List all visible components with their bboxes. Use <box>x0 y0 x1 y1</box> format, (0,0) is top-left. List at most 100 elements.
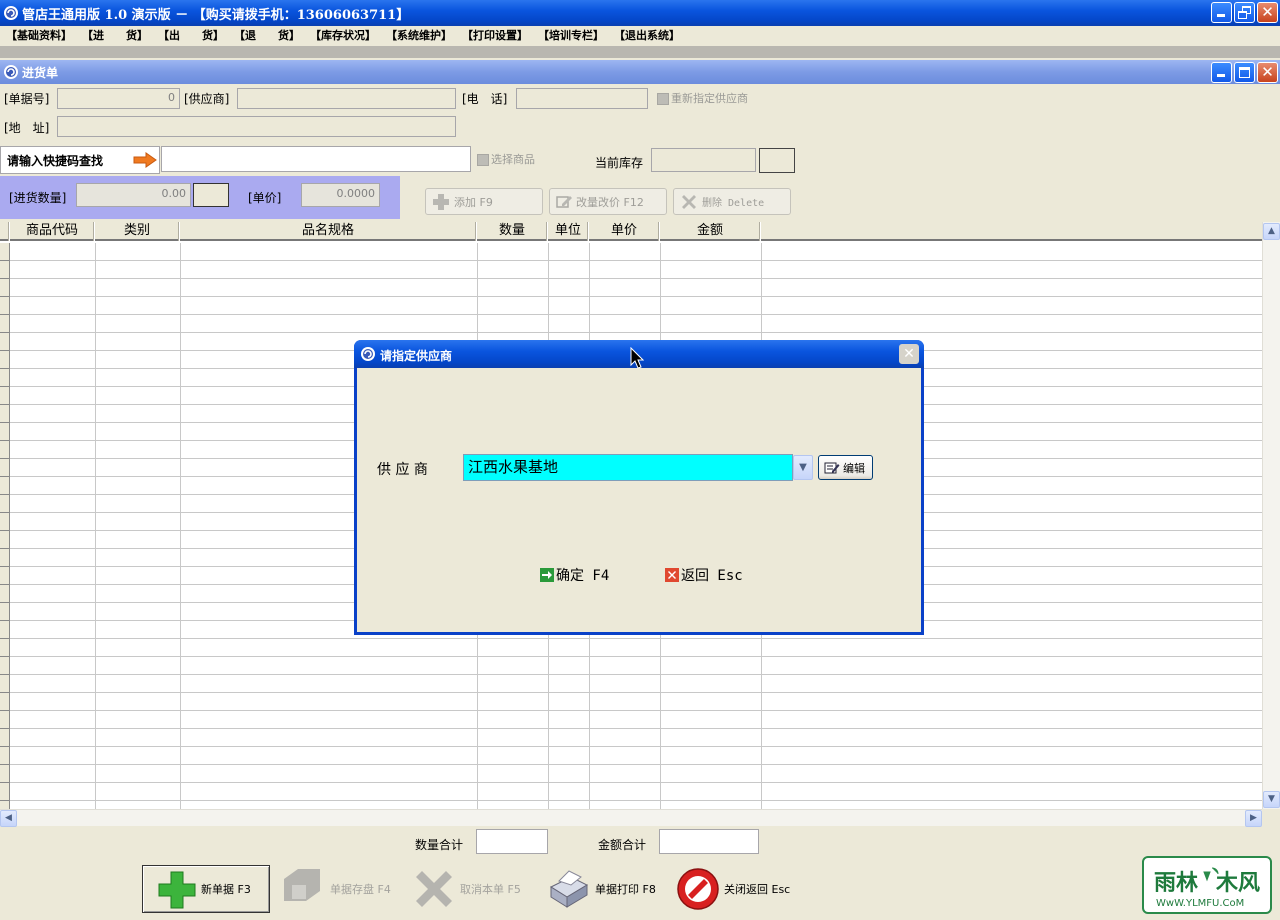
col-quantity[interactable]: 数量 <box>477 222 548 241</box>
svg-text:WwW.YLMFU.CoM: WwW.YLMFU.CoM <box>1156 898 1244 909</box>
ok-arrow-icon <box>540 568 554 582</box>
col-category[interactable]: 类别 <box>95 222 180 241</box>
cancel-document-label: 取消本单 F5 <box>460 883 521 896</box>
menu-item-2[interactable]: 【出 货】 <box>156 26 232 46</box>
grid-vertical-scrollbar[interactable]: ▲ ▼ <box>1262 222 1280 809</box>
modify-button[interactable]: 改量改价 F12 <box>549 188 667 215</box>
grid-row-headers <box>0 243 10 809</box>
col-name-spec[interactable]: 品名规格 <box>180 222 477 241</box>
app-title-bar: 管店王通用版 1.0 演示版 － 【购买请拨手机：13606063711】 ✕ <box>0 0 1280 26</box>
address-field[interactable] <box>57 116 456 137</box>
app-logo-icon <box>4 6 18 20</box>
menu-item-1[interactable]: 【进 货】 <box>80 26 156 46</box>
menu-item-8[interactable]: 【退出系统】 <box>612 26 688 46</box>
price-field[interactable]: 0.0000 <box>301 183 380 207</box>
select-goods-checkbox[interactable] <box>477 154 489 166</box>
current-stock-field <box>651 148 756 172</box>
scroll-up-button[interactable]: ▲ <box>1263 223 1280 240</box>
phone-field[interactable] <box>516 88 648 109</box>
scroll-left-button[interactable]: ◀ <box>0 810 17 827</box>
menu-bar: 【基础资料】 【进 货】 【出 货】 【退 货】 【库存状况】 【系统维护】 【打印设置】【… <box>0 26 1280 46</box>
svg-text:雨林: 雨林 <box>1154 871 1198 896</box>
chevron-down-icon[interactable]: ▼ <box>793 455 813 480</box>
select-supplier-dialog: 请指定供应商 ✕ 供 应 商 江西水果基地 ▼ 编辑 确定 F4 返回 Esc <box>354 340 924 635</box>
quick-search-input[interactable] <box>161 146 471 172</box>
save-document-button[interactable]: 单据存盘 F4 <box>280 866 391 912</box>
grid-horizontal-scrollbar[interactable]: ◀ ▶ <box>0 809 1262 827</box>
add-button-label: 添加 F9 <box>454 195 493 209</box>
cancel-document-button[interactable]: 取消本单 F5 <box>412 866 521 912</box>
qty-total-label: 数量合计 <box>415 838 464 852</box>
amount-total-field <box>659 829 759 854</box>
close-return-button[interactable]: 关闭返回 Esc <box>676 866 790 912</box>
cancel-x-icon <box>416 871 452 907</box>
delete-button-label: 删除 Delete <box>702 198 765 209</box>
new-document-label: 新单据 F3 <box>201 883 251 896</box>
svg-text:木风: 木风 <box>1215 871 1260 896</box>
child-maximize-button[interactable] <box>1234 62 1255 83</box>
menu-item-0[interactable]: 【基础资料】 <box>4 26 80 46</box>
print-document-button[interactable]: 单据打印 F8 <box>545 866 656 912</box>
reassign-supplier-checkbox[interactable] <box>657 93 669 105</box>
doc-no-field[interactable]: 0 <box>57 88 180 109</box>
no-entry-icon <box>677 868 719 910</box>
modify-button-label: 改量改价 F12 <box>576 195 644 209</box>
dialog-ok-button[interactable]: 确定 F4 <box>540 565 609 585</box>
close-return-label: 关闭返回 Esc <box>724 883 791 896</box>
new-document-button[interactable]: 新单据 F3 <box>142 865 270 913</box>
dialog-back-button[interactable]: 返回 Esc <box>665 565 743 585</box>
grid-corner <box>0 222 10 241</box>
current-stock-label: 当前库存 <box>595 156 644 170</box>
supplier-combobox[interactable]: 江西水果基地 <box>463 454 793 481</box>
app-title: 管店王通用版 1.0 演示版 － 【购买请拨手机：13606063711】 <box>22 8 410 23</box>
menu-item-6[interactable]: 【打印设置】 <box>460 26 536 46</box>
edit-supplier-button[interactable]: 编辑 <box>818 455 873 480</box>
menu-item-3[interactable]: 【退 货】 <box>232 26 308 46</box>
qty-unit-box <box>193 183 229 207</box>
menu-item-5[interactable]: 【系统维护】 <box>384 26 460 46</box>
quick-search-label: 请输入快捷码查找 <box>7 154 104 168</box>
arrow-right-icon <box>133 152 157 168</box>
phone-label: [电 话] <box>462 92 508 106</box>
dialog-back-label: 返回 Esc <box>681 568 743 584</box>
print-document-label: 单据打印 F8 <box>595 883 656 896</box>
ylmf-watermark-logo: 雨林 木风 WwW.YLMFU.CoM <box>1142 856 1272 914</box>
dialog-close-button[interactable]: ✕ <box>899 344 919 364</box>
reassign-supplier-label: 重新指定供应商 <box>671 92 748 105</box>
qty-field[interactable]: 0.00 <box>76 183 191 207</box>
qty-total-field <box>476 829 548 854</box>
quick-search-label-box: 请输入快捷码查找 <box>0 146 160 174</box>
green-plus-icon <box>158 871 196 909</box>
dialog-title: 请指定供应商 <box>380 349 453 363</box>
supplier-field[interactable] <box>237 88 456 109</box>
save-document-label: 单据存盘 F4 <box>330 883 391 896</box>
printer-icon <box>549 870 589 908</box>
add-button[interactable]: 添加 F9 <box>425 188 543 215</box>
select-goods-label: 选择商品 <box>491 153 535 166</box>
save-disk-icon <box>284 869 320 901</box>
col-amount[interactable]: 金额 <box>660 222 761 241</box>
menu-separator <box>0 46 1280 58</box>
col-unit[interactable]: 单位 <box>548 222 589 241</box>
quantity-panel: [进货数量] 0.00 [单价] 0.0000 <box>0 176 400 219</box>
edit-supplier-label: 编辑 <box>843 461 865 475</box>
delete-button[interactable]: 删除 Delete <box>673 188 791 215</box>
col-unit-price[interactable]: 单价 <box>589 222 660 241</box>
menu-item-7[interactable]: 【培训专栏】 <box>536 26 612 46</box>
restore-button[interactable] <box>1234 2 1255 23</box>
supplier-label: [供应商] <box>184 92 230 106</box>
scroll-right-button[interactable]: ▶ <box>1245 810 1262 827</box>
child-close-button[interactable]: ✕ <box>1257 62 1278 83</box>
dialog-ok-label: 确定 F4 <box>556 568 610 584</box>
window-logo-icon <box>4 65 18 79</box>
window-title: 进货单 <box>22 66 59 80</box>
close-button[interactable]: ✕ <box>1257 2 1278 23</box>
grid-header: 商品代码 类别 品名规格 数量 单位 单价 金额 <box>0 222 1262 241</box>
child-minimize-button[interactable] <box>1211 62 1232 83</box>
dialog-supplier-label: 供 应 商 <box>377 462 428 478</box>
col-goods-code[interactable]: 商品代码 <box>10 222 95 241</box>
menu-item-4[interactable]: 【库存状况】 <box>308 26 384 46</box>
scroll-down-button[interactable]: ▼ <box>1263 791 1280 808</box>
minimize-button[interactable] <box>1211 2 1232 23</box>
dialog-logo-icon <box>361 347 375 361</box>
